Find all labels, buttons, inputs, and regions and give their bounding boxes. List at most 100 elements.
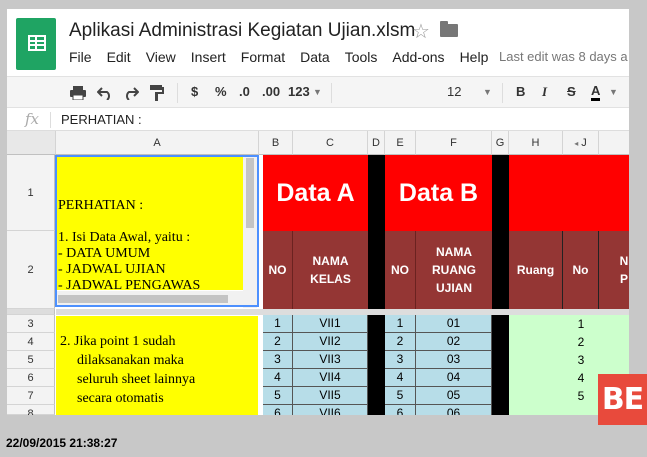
currency-format-button[interactable]: $ <box>191 84 198 99</box>
sheets-window: Aplikasi Administrasi Kegiatan Ujian.xls… <box>7 9 629 415</box>
header-no-a[interactable]: NO <box>263 231 293 309</box>
header-n-truncated[interactable]: N P <box>599 231 629 309</box>
table-cell[interactable]: 5 <box>563 387 599 405</box>
column-header-j[interactable]: ◂ J <box>563 131 599 155</box>
menu-format[interactable]: Format <box>241 49 285 65</box>
menu-data[interactable]: Data <box>300 49 330 65</box>
last-edit-link[interactable]: Last edit was 8 days a <box>499 49 628 64</box>
menu-tools[interactable]: Tools <box>345 49 378 65</box>
table-cell[interactable]: 4 <box>385 369 416 387</box>
column-header-h[interactable]: H <box>509 131 563 155</box>
table-cell[interactable]: 3 <box>563 351 599 369</box>
print-icon[interactable] <box>70 86 86 100</box>
table-cell[interactable]: 1 <box>385 315 416 333</box>
row-header-3[interactable]: 3 <box>7 315 55 333</box>
cell-scrollbar-horizontal[interactable] <box>56 291 243 307</box>
document-title[interactable]: Aplikasi Administrasi Kegiatan Ujian.xls… <box>69 20 415 42</box>
bold-button[interactable]: B <box>516 84 525 99</box>
header-no-b[interactable]: NO <box>385 231 416 309</box>
table-cell[interactable]: VII5 <box>293 387 368 405</box>
column-header-d[interactable]: D <box>368 131 385 155</box>
cell-scrollbar[interactable] <box>243 156 257 308</box>
column-header-c[interactable]: C <box>293 131 368 155</box>
row-header-7[interactable]: 7 <box>7 387 55 405</box>
table-cell[interactable]: 5 <box>263 387 293 405</box>
data-b-header[interactable]: Data B <box>385 155 492 231</box>
table-cell[interactable]: 04 <box>416 369 492 387</box>
more-formats-button[interactable]: 123 <box>288 84 310 99</box>
select-all-corner[interactable] <box>7 131 56 155</box>
sheet-grid: A B C D E F G H ◂ J 1 2 3 4 5 6 7 8 PERH… <box>7 131 629 415</box>
formula-bar: fx PERHATIAN : <box>7 109 629 131</box>
watermark-logo: BE <box>598 374 647 425</box>
italic-button[interactable]: I <box>542 84 547 100</box>
table-cell[interactable]: 4 <box>263 369 293 387</box>
font-size-select[interactable]: 12 <box>447 84 461 99</box>
menu-help[interactable]: Help <box>460 49 489 65</box>
menu-insert[interactable]: Insert <box>191 49 226 65</box>
column-header-a[interactable]: A <box>56 131 259 155</box>
menu-addons[interactable]: Add-ons <box>392 49 444 65</box>
table-cell[interactable]: VII6 <box>293 405 368 415</box>
table-cell[interactable]: 2 <box>263 333 293 351</box>
row-header-5[interactable]: 5 <box>7 351 55 369</box>
table-cell[interactable]: 01 <box>416 315 492 333</box>
table-cell[interactable]: 6 <box>263 405 293 415</box>
table-cell[interactable]: 1 <box>263 315 293 333</box>
row-header-1[interactable]: 1 <box>7 155 55 231</box>
cell-a1-note[interactable]: PERHATIAN : 1. Isi Data Awal, yaitu : - … <box>56 156 243 290</box>
table-cell[interactable]: 4 <box>563 369 599 387</box>
menu-edit[interactable]: Edit <box>107 49 131 65</box>
fx-icon: fx <box>25 110 40 128</box>
strikethrough-button[interactable]: S <box>567 84 576 99</box>
table-cell[interactable]: 06 <box>416 405 492 415</box>
header-no-c[interactable]: No <box>563 231 599 309</box>
table-cell[interactable]: 3 <box>385 351 416 369</box>
table-cell[interactable]: 02 <box>416 333 492 351</box>
menu-view[interactable]: View <box>146 49 176 65</box>
column-header-f[interactable]: F <box>416 131 492 155</box>
column-header-g[interactable]: G <box>492 131 509 155</box>
table-cell[interactable]: VII2 <box>293 333 368 351</box>
table-cell[interactable]: 2 <box>385 333 416 351</box>
table-cell[interactable]: VII3 <box>293 351 368 369</box>
column-header-e[interactable]: E <box>385 131 416 155</box>
menu-file[interactable]: File <box>69 49 92 65</box>
sheets-logo-icon[interactable] <box>16 18 56 70</box>
chevron-down-icon: ▼ <box>313 87 322 97</box>
table-cell[interactable]: 05 <box>416 387 492 405</box>
undo-icon[interactable] <box>97 86 113 100</box>
timestamp: 22/09/2015 21:38:27 <box>6 436 118 450</box>
table-cell[interactable]: 6 <box>385 405 416 415</box>
chevron-down-icon: ▼ <box>483 87 492 97</box>
star-icon[interactable]: ☆ <box>412 19 430 44</box>
header-ruang[interactable]: Ruang <box>509 231 563 309</box>
decrease-decimal-button[interactable]: .0 <box>239 84 250 99</box>
table-cell[interactable]: 03 <box>416 351 492 369</box>
table-cell[interactable]: 5 <box>385 387 416 405</box>
chevron-down-icon: ▼ <box>609 87 618 97</box>
table-cell[interactable]: VII4 <box>293 369 368 387</box>
column-header-b[interactable]: B <box>259 131 293 155</box>
table-cell[interactable]: VII1 <box>293 315 368 333</box>
cell-a3-note[interactable]: 2. Jika point 1 sudah dilaksanakan maka … <box>56 316 258 415</box>
row-header-2[interactable]: 2 <box>7 231 55 309</box>
text-color-button[interactable]: A <box>591 84 601 101</box>
paint-format-icon[interactable] <box>150 85 164 101</box>
folder-icon[interactable] <box>440 21 458 37</box>
row-header-8[interactable]: 8 <box>7 405 55 415</box>
redo-icon[interactable] <box>123 86 139 100</box>
row-header-6[interactable]: 6 <box>7 369 55 387</box>
header-nama-ruang[interactable]: NAMA RUANG UJIAN <box>416 231 492 309</box>
table-cell[interactable]: 1 <box>563 315 599 333</box>
header-nama-kelas[interactable]: NAMA KELAS <box>293 231 368 309</box>
table-cell[interactable]: 2 <box>563 333 599 351</box>
increase-decimal-button[interactable]: .00 <box>262 84 280 99</box>
row-header-4[interactable]: 4 <box>7 333 55 351</box>
formula-input[interactable]: PERHATIAN : <box>61 112 142 127</box>
percent-format-button[interactable]: % <box>215 84 227 99</box>
table-cell[interactable]: 3 <box>263 351 293 369</box>
header-cell-red[interactable] <box>509 155 629 231</box>
data-a-header[interactable]: Data A <box>263 155 368 231</box>
column-header-next[interactable] <box>599 131 629 155</box>
